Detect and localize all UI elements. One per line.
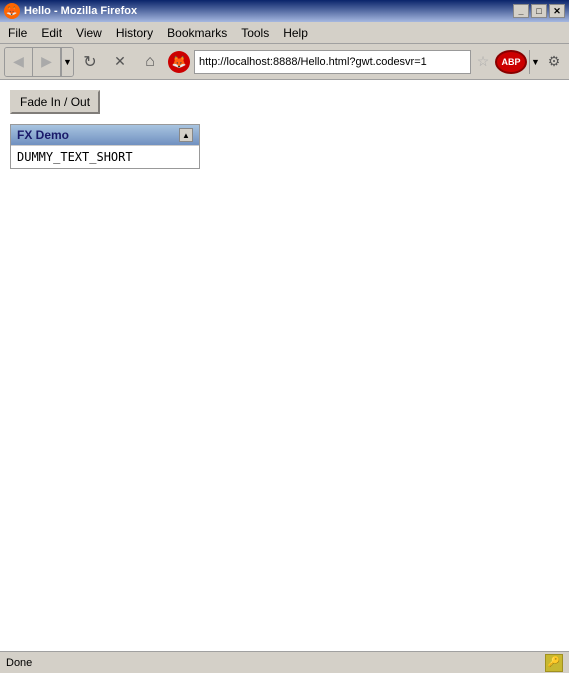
firefox-nav-icon: 🦊 (168, 51, 190, 73)
minimize-button[interactable]: _ (513, 4, 529, 18)
menu-bookmarks[interactable]: Bookmarks (161, 24, 233, 42)
abp-label: ABP (501, 57, 520, 67)
stop-icon: ✕ (114, 53, 126, 70)
refresh-icon: ↻ (83, 52, 96, 72)
fx-panel-header[interactable]: FX Demo ▲ (11, 125, 199, 145)
back-button[interactable]: ◀ (5, 48, 33, 76)
close-button[interactable]: ✕ (549, 4, 565, 18)
menu-bar: File Edit View History Bookmarks Tools H… (0, 22, 569, 44)
refresh-button[interactable]: ↻ (76, 48, 104, 76)
adblock-button[interactable]: ABP (495, 50, 527, 74)
page-content: Fade In / Out FX Demo ▲ DUMMY_TEXT_SHORT (0, 80, 569, 651)
stop-button[interactable]: ✕ (106, 48, 134, 76)
settings-button[interactable]: ⚙ (543, 50, 565, 74)
menu-view[interactable]: View (70, 24, 108, 42)
fx-demo-panel: FX Demo ▲ DUMMY_TEXT_SHORT (10, 124, 200, 169)
menu-edit[interactable]: Edit (35, 24, 68, 42)
menu-help[interactable]: Help (277, 24, 314, 42)
title-controls[interactable]: _ □ ✕ (513, 4, 565, 18)
bookmark-star-button[interactable]: ☆ (473, 52, 493, 72)
menu-file[interactable]: File (2, 24, 33, 42)
fx-panel-text: DUMMY_TEXT_SHORT (17, 150, 133, 164)
status-bar: Done 🔑 (0, 651, 569, 673)
fade-button[interactable]: Fade In / Out (10, 90, 100, 114)
url-text: http://localhost:8888/Hello.html?gwt.cod… (199, 56, 427, 68)
home-button[interactable]: ⌂ (136, 48, 164, 76)
url-bar[interactable]: http://localhost:8888/Hello.html?gwt.cod… (194, 50, 471, 74)
window-title: Hello - Mozilla Firefox (24, 5, 137, 17)
back-forward-group: ◀ ▶ ▼ (4, 47, 74, 77)
forward-arrow-icon: ▶ (41, 53, 52, 70)
firefox-icon: 🦊 (4, 3, 20, 19)
star-icon: ☆ (477, 53, 490, 70)
key-icon: 🔑 (548, 657, 560, 668)
fx-panel-content: DUMMY_TEXT_SHORT (11, 145, 199, 168)
menu-history[interactable]: History (110, 24, 159, 42)
status-text: Done (6, 657, 32, 669)
maximize-button[interactable]: □ (531, 4, 547, 18)
abp-dropdown[interactable]: ▼ (529, 50, 541, 74)
fx-panel-scroll-up[interactable]: ▲ (179, 128, 193, 142)
forward-button[interactable]: ▶ (33, 48, 61, 76)
nav-bar: ◀ ▶ ▼ ↻ ✕ ⌂ 🦊 http://localhost:8888/Hell… (0, 44, 569, 80)
title-bar-left: 🦊 Hello - Mozilla Firefox (4, 3, 137, 19)
status-icon: 🔑 (545, 654, 563, 672)
back-arrow-icon: ◀ (13, 53, 24, 70)
nav-history-dropdown[interactable]: ▼ (61, 48, 73, 76)
scroll-up-icon: ▲ (182, 131, 190, 140)
home-icon: ⌂ (145, 53, 155, 71)
menu-tools[interactable]: Tools (235, 24, 275, 42)
title-bar: 🦊 Hello - Mozilla Firefox _ □ ✕ (0, 0, 569, 22)
gear-icon: ⚙ (548, 53, 561, 70)
fx-panel-title: FX Demo (17, 128, 69, 142)
